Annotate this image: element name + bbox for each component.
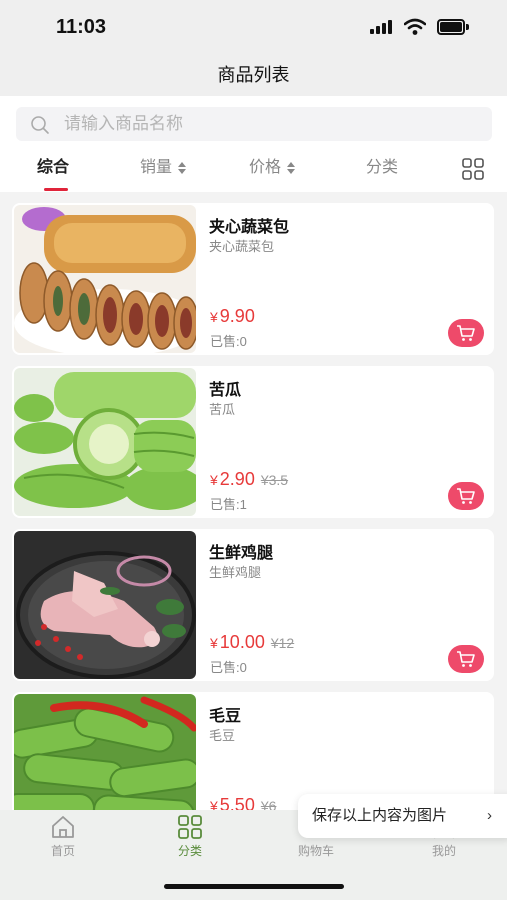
original-price: ¥3.5: [260, 472, 289, 488]
product-card[interactable]: 苦瓜 苦瓜 ¥2.90 ¥3.5 已售:1: [12, 366, 494, 518]
tab-category[interactable]: 分类: [150, 814, 230, 859]
sold-count: 已售:0: [210, 660, 247, 675]
price-row: ¥9.90: [210, 306, 255, 327]
status-bar: 11:03: [0, 0, 507, 56]
product-price: ¥10.00: [210, 632, 265, 652]
product-image: [14, 531, 196, 679]
search-bar: [0, 96, 507, 150]
tab-sales[interactable]: 销量: [140, 158, 187, 182]
nav-bar: 商品列表: [0, 56, 507, 96]
cart-icon: [457, 651, 475, 667]
product-price: ¥2.90: [210, 469, 255, 489]
tab-label: 销量: [140, 159, 173, 176]
product-name: 毛豆: [209, 708, 242, 725]
sold-count: 已售:0: [210, 334, 247, 349]
category-icon: [178, 815, 202, 839]
grid-icon[interactable]: [461, 157, 485, 181]
tab-label: 首页: [50, 844, 75, 858]
product-name: 苦瓜: [209, 382, 242, 399]
product-card[interactable]: 生鲜鸡腿 生鲜鸡腿 ¥10.00 ¥12 已售:0: [12, 529, 494, 681]
sort-icon: [178, 161, 187, 174]
home-indicator: [164, 884, 344, 889]
filter-bar: 综合 销量 价格 分类: [0, 150, 507, 192]
product-subtitle: 毛豆: [209, 728, 236, 743]
product-image: [14, 368, 196, 516]
cart-icon: [457, 325, 475, 341]
home-icon: [52, 816, 74, 838]
original-price: ¥12: [270, 635, 295, 651]
product-subtitle: 苦瓜: [209, 402, 236, 417]
tab-category[interactable]: 分类: [366, 158, 398, 182]
cart-icon: [457, 488, 475, 504]
add-to-cart-button[interactable]: [448, 319, 484, 347]
wifi-icon: [404, 18, 426, 35]
battery-icon: [437, 19, 469, 35]
tab-price[interactable]: 价格: [249, 158, 296, 182]
product-card[interactable]: 夹心蔬菜包 夹心蔬菜包 ¥9.90 已售:0: [12, 203, 494, 355]
tab-home[interactable]: 首页: [23, 814, 103, 859]
search-box[interactable]: [16, 107, 492, 141]
signal-icon: [370, 20, 396, 34]
tab-label: 分类: [366, 159, 399, 176]
product-price: ¥9.90: [210, 306, 255, 326]
tab-label: 我的: [431, 844, 456, 858]
tab-label: 分类: [177, 844, 202, 858]
search-icon: [31, 116, 49, 134]
tab-comprehensive[interactable]: 综合: [37, 158, 69, 182]
product-name: 生鲜鸡腿: [209, 545, 274, 562]
tab-label: 购物车: [297, 844, 334, 858]
price-row: ¥10.00 ¥12: [210, 632, 294, 653]
product-name: 夹心蔬菜包: [209, 219, 290, 236]
price-row: ¥2.90 ¥3.5: [210, 469, 288, 490]
tab-label: 综合: [37, 159, 70, 176]
product-subtitle: 生鲜鸡腿: [209, 565, 262, 580]
product-image: [14, 205, 196, 353]
page-title: 商品列表: [217, 65, 290, 85]
save-as-image-label: 保存以上内容为图片: [312, 807, 448, 824]
add-to-cart-button[interactable]: [448, 482, 484, 510]
active-tab-indicator: [44, 188, 68, 191]
product-subtitle: 夹心蔬菜包: [209, 239, 275, 254]
search-input[interactable]: [64, 107, 484, 141]
save-as-image-button[interactable]: 保存以上内容为图片 ›: [298, 794, 507, 838]
tab-label: 价格: [249, 159, 282, 176]
sold-count: 已售:1: [210, 497, 247, 512]
sort-icon: [287, 161, 296, 174]
status-time: 11:03: [56, 16, 107, 38]
chevron-right-icon: ›: [487, 807, 492, 824]
add-to-cart-button[interactable]: [448, 645, 484, 673]
